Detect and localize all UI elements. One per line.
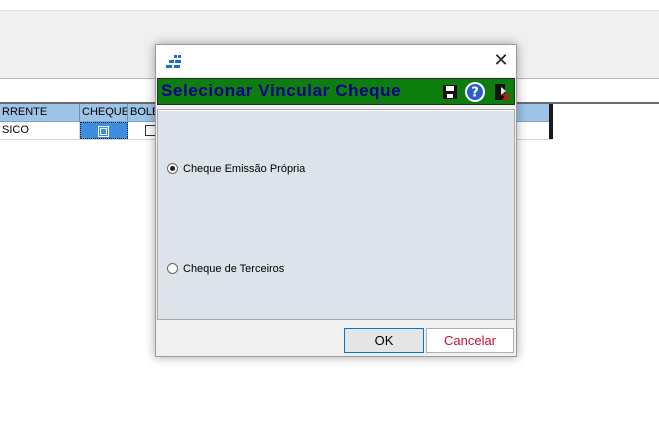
radio-emissao-propria[interactable] <box>167 163 178 174</box>
dialog-header-title: Selecionar Vincular Cheque <box>161 81 402 100</box>
cell-cheque[interactable] <box>80 122 128 139</box>
close-button[interactable]: ✕ <box>486 45 516 77</box>
cancel-button[interactable]: Cancelar <box>426 328 514 353</box>
cheque-checkbox[interactable] <box>98 126 109 137</box>
help-icon[interactable]: ? <box>464 81 486 103</box>
vincular-cheque-dialog: ✕ Selecionar Vincular Cheque ? Cheque Em… <box>155 44 517 357</box>
svg-text:?: ? <box>471 86 479 101</box>
dialog-titlebar[interactable]: ✕ <box>156 45 516 77</box>
exit-icon[interactable] <box>491 82 511 102</box>
app-logo-icon <box>166 55 181 68</box>
dialog-header-bar: Selecionar Vincular Cheque ? <box>157 78 515 105</box>
grid-scroll-edge <box>549 104 553 139</box>
column-header-corrente[interactable]: RRENTE <box>0 104 80 121</box>
radio-label-emissao-propria: Cheque Emissão Própria <box>183 163 306 175</box>
options-panel: Cheque Emissão Própria Cheque de Terceir… <box>157 109 515 320</box>
dialog-button-bar: OK Cancelar <box>156 321 516 356</box>
cell-corrente[interactable]: SICO <box>0 122 80 139</box>
column-header-cheque[interactable]: CHEQUE <box>80 104 128 121</box>
app-top-strip <box>0 0 659 10</box>
radio-terceiros[interactable] <box>167 263 178 274</box>
save-icon[interactable] <box>440 82 460 102</box>
close-icon: ✕ <box>493 50 509 70</box>
ok-button[interactable]: OK <box>344 328 424 353</box>
radio-label-terceiros: Cheque de Terceiros <box>183 263 285 275</box>
